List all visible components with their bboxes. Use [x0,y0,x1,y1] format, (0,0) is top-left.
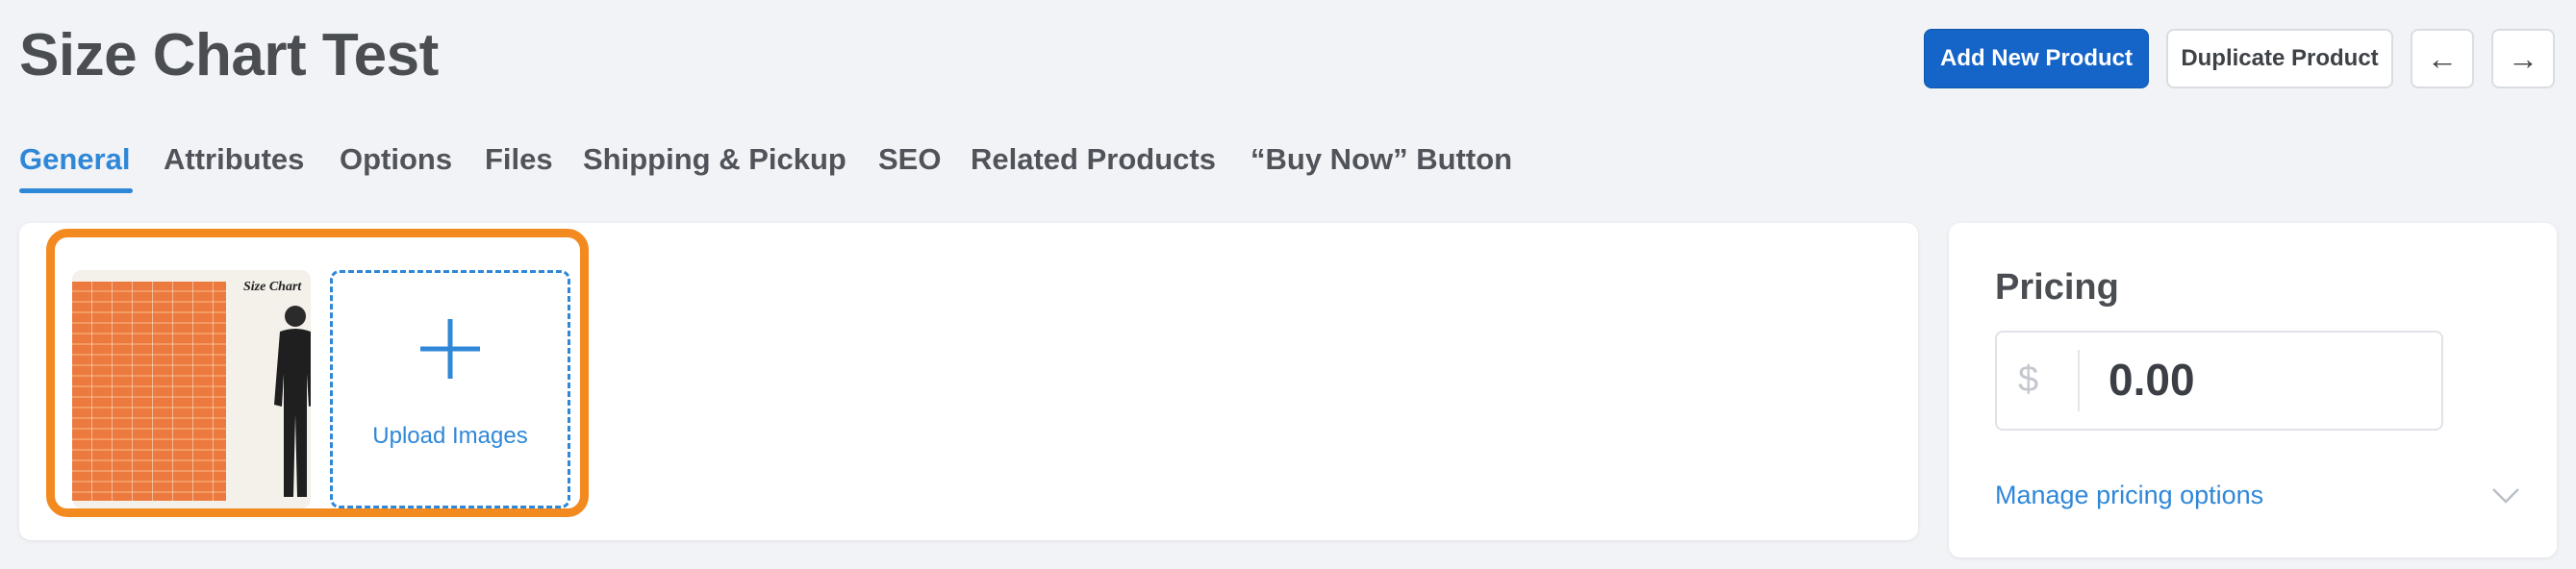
pricing-title: Pricing [1995,267,2119,308]
plus-icon [420,319,480,379]
tab-related-products[interactable]: Related Products [971,142,1216,177]
images-card: Size Chart Upload Images [19,223,1918,540]
pricing-card: Pricing $ Manage pricing options [1949,223,2557,557]
arrow-right-icon: → [2508,40,2538,76]
manage-pricing-options-link[interactable]: Manage pricing options [1995,481,2263,510]
price-field-divider [2078,350,2080,411]
upload-images-dropzone[interactable]: Upload Images [330,270,570,508]
previous-product-button[interactable]: ← [2411,29,2474,88]
size-table-graphic [72,282,226,501]
product-image-thumbnail[interactable]: Size Chart [72,270,311,508]
currency-symbol: $ [2018,359,2039,400]
tab-general[interactable]: General [19,142,130,177]
tab-options[interactable]: Options [340,142,452,177]
upload-images-label: Upload Images [372,423,528,449]
tab-shipping-pickup[interactable]: Shipping & Pickup [583,142,846,177]
tab-attributes[interactable]: Attributes [164,142,304,177]
next-product-button[interactable]: → [2491,29,2555,88]
tab-seo[interactable]: SEO [878,142,941,177]
add-new-product-button[interactable]: Add New Product [1924,29,2149,88]
arrow-left-icon: ← [2427,40,2458,76]
thumbnail-caption: Size Chart [243,280,302,294]
tab-files[interactable]: Files [485,142,553,177]
model-figure-icon [274,306,311,497]
price-field[interactable]: $ [1995,331,2443,431]
chevron-down-icon[interactable] [2489,479,2522,511]
tab-buy-now-button[interactable]: “Buy Now” Button [1250,142,1512,177]
price-input[interactable] [2109,354,2397,406]
duplicate-product-button[interactable]: Duplicate Product [2166,29,2393,88]
image-gallery-highlight: Size Chart Upload Images [46,229,589,517]
active-tab-indicator [19,188,133,193]
page-title: Size Chart Test [19,22,439,88]
